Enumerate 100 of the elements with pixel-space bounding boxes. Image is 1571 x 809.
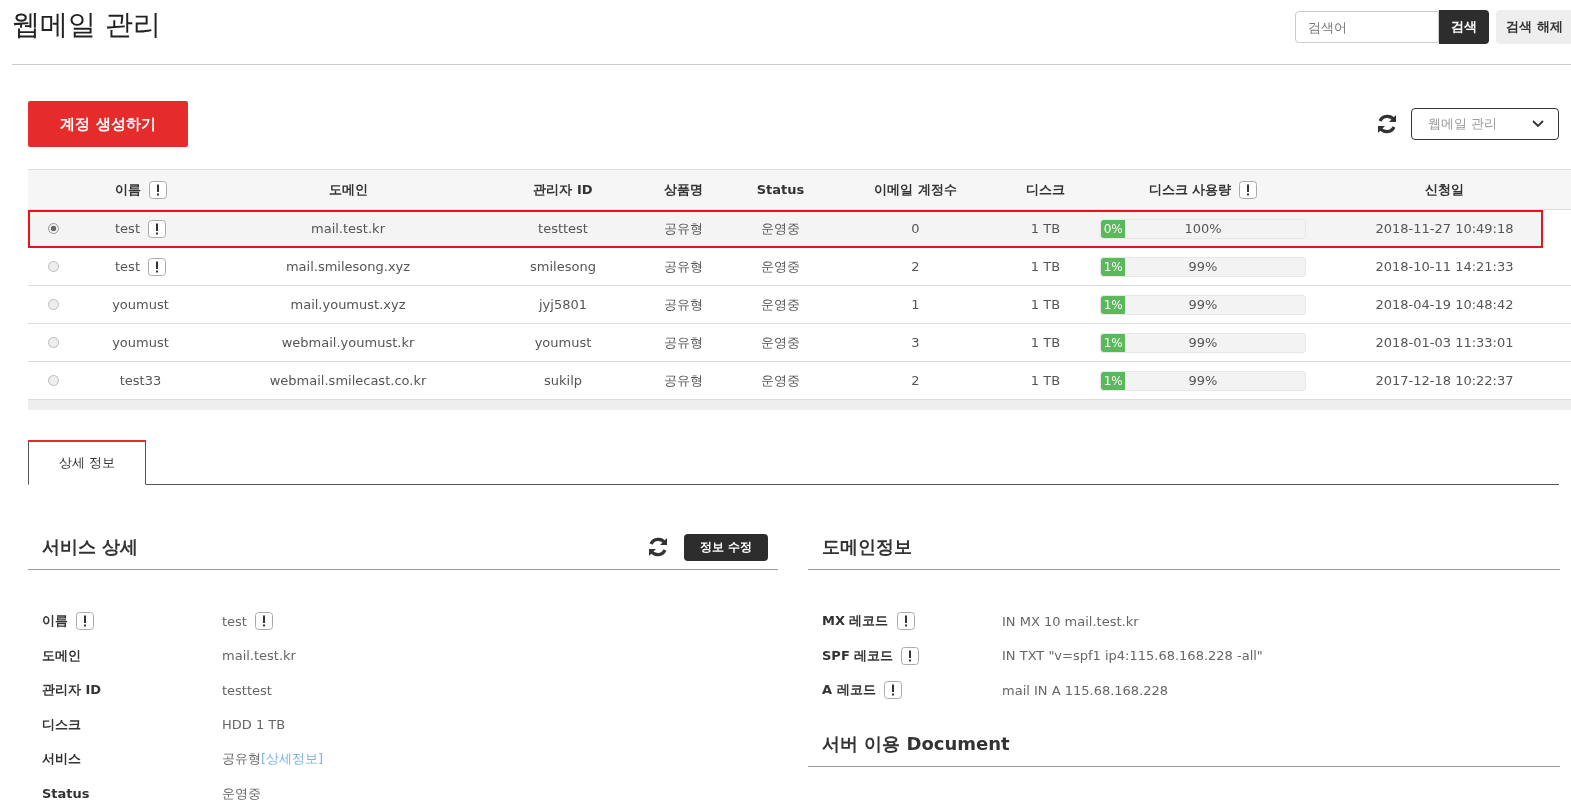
table-cell: 1 TB xyxy=(1030,259,1061,274)
table-cell: 공유형 xyxy=(663,219,703,238)
table-cell: 운영중 xyxy=(761,295,800,314)
field-label: SPF 레코드 xyxy=(822,646,894,665)
free-percent: 99% xyxy=(1188,297,1218,312)
radio-button[interactable] xyxy=(47,337,59,348)
radio-button[interactable] xyxy=(47,223,59,234)
field-label: 디스크 xyxy=(42,715,81,734)
create-account-button[interactable]: 계정 생성하기 xyxy=(28,101,188,147)
section-title: 도메인정보 xyxy=(822,535,912,559)
search-button[interactable]: 검색 xyxy=(1439,10,1490,44)
table-cell: 1 TB xyxy=(1030,335,1061,350)
table-cell: test xyxy=(115,259,140,274)
table-cell: 운영중 xyxy=(761,219,800,238)
clear-search-button[interactable]: 검색 해제 xyxy=(1496,10,1571,44)
radio-button[interactable] xyxy=(47,375,59,386)
info-icon[interactable] xyxy=(148,219,166,238)
disk-usage-fill: 1% xyxy=(1101,333,1126,352)
field-value: test xyxy=(222,613,247,629)
info-icon[interactable] xyxy=(148,257,166,276)
free-percent: 99% xyxy=(1188,335,1218,350)
table-cell: 3 xyxy=(911,335,920,350)
edit-info-button[interactable]: 정보 수정 xyxy=(683,533,768,561)
selected-row-highlight[interactable]: test mail.test.kr testtest 공유형 운영중 0 1 TB 0% 100% 2018-11-27 10:49:18 xyxy=(28,210,1543,248)
info-icon[interactable] xyxy=(883,681,902,700)
table-cell: 공유형 xyxy=(663,371,703,390)
table-row[interactable]: youmust webmail.youmust.kr youmust 공유형 운영중 3 1 TB 1% 99% 2018-01-03 11:33:01 xyxy=(28,324,1571,362)
field-value: HDD 1 TB xyxy=(222,717,286,733)
info-icon[interactable] xyxy=(76,612,94,631)
field-value: testtest xyxy=(222,682,272,698)
radio-button[interactable] xyxy=(47,261,59,272)
table-cell: youmust xyxy=(112,335,169,350)
table-cell: 공유형 xyxy=(663,257,703,276)
section-title: 서비스 상세 xyxy=(42,535,139,559)
info-icon[interactable] xyxy=(254,612,273,631)
field-label: MX 레코드 xyxy=(822,612,889,631)
disk-usage-fill: 1% xyxy=(1101,295,1126,314)
column-header: Status xyxy=(756,182,805,197)
table-cell: smilesong xyxy=(530,259,596,274)
table-cell: webmail.smilecast.co.kr xyxy=(269,373,427,388)
table-cell: youmust xyxy=(112,297,169,312)
column-header: 신청일 xyxy=(1425,180,1464,199)
field-label: A 레코드 xyxy=(822,681,876,700)
table-cell: 운영중 xyxy=(761,257,800,276)
field-label: Status xyxy=(42,786,90,802)
table-cell: 운영중 xyxy=(761,333,800,352)
table-cell: 1 TB xyxy=(1030,297,1061,312)
table-cell: youmust xyxy=(534,335,592,350)
table-row[interactable]: youmust mail.youmust.xyz jyj5801 공유형 운영중 1 1 TB 1% 99% 2018-04-19 10:48:42 xyxy=(28,286,1571,324)
table-row[interactable]: test mail.smilesong.xyz smilesong 공유형 운영중 2 1 TB 1% 99% 2018-10-11 14:21:33 xyxy=(28,248,1571,286)
chevron-down-icon xyxy=(1532,120,1544,128)
field-label: 관리자 ID xyxy=(42,681,102,700)
table-cell: mail.smilesong.xyz xyxy=(285,259,411,274)
table-cell: 2017-12-18 10:22:37 xyxy=(1375,373,1514,388)
table-cell: mail.youmust.xyz xyxy=(290,297,406,312)
column-header: 상품명 xyxy=(663,180,703,199)
page-title: 웹메일 관리 xyxy=(12,7,161,43)
table-cell: testtest xyxy=(538,221,588,236)
table-cell: 1 TB xyxy=(1030,373,1061,388)
field-label: 이름 xyxy=(42,612,68,631)
free-percent: 100% xyxy=(1184,221,1222,236)
table-cell: 1 TB xyxy=(1030,221,1061,236)
table-cell: 2018-04-19 10:48:42 xyxy=(1375,297,1514,312)
column-header: 디스크 사용량 xyxy=(1148,180,1232,199)
field-label: 서비스 xyxy=(42,750,81,769)
table-cell: 0 xyxy=(911,221,920,236)
free-percent: 99% xyxy=(1188,259,1218,274)
field-value: mail.test.kr xyxy=(222,648,296,664)
disk-usage-fill: 0% xyxy=(1101,219,1126,238)
table-cell: 2 xyxy=(911,373,920,388)
table-cell: sukilp xyxy=(544,373,582,388)
table-cell: test33 xyxy=(119,373,162,388)
search-field[interactable]: 검색어 xyxy=(1295,11,1440,43)
disk-usage-fill: 1% xyxy=(1101,257,1126,276)
radio-button[interactable] xyxy=(47,299,59,310)
table-cell: jyj5801 xyxy=(539,297,587,312)
field-value: mail IN A 115.68.168.228 xyxy=(1002,682,1169,698)
field-value: 운영중 xyxy=(222,784,261,803)
field-value: IN MX 10 mail.test.kr xyxy=(1002,613,1139,629)
disk-usage-fill: 1% xyxy=(1101,371,1126,390)
column-header: 디스크 xyxy=(1026,180,1065,199)
info-icon[interactable] xyxy=(148,180,167,199)
field-value: IN TXT "v=spf1 ip4:115.68.168.228 -all" xyxy=(1002,648,1263,664)
table-cell: 2018-01-03 11:33:01 xyxy=(1375,335,1514,350)
table-cell: test xyxy=(115,221,140,236)
table-cell: 1 xyxy=(911,297,920,312)
info-icon[interactable] xyxy=(1239,180,1258,199)
table-cell: webmail.youmust.kr xyxy=(281,335,415,350)
table-cell: 2018-10-11 14:21:33 xyxy=(1375,259,1514,274)
tab[interactable]: 상세 정보 xyxy=(28,440,146,485)
field-label: 도메인 xyxy=(42,646,81,665)
column-header: 이름 xyxy=(114,180,141,199)
refresh-icon[interactable] xyxy=(1375,112,1399,136)
info-icon[interactable] xyxy=(896,612,915,631)
table-cell: 공유형 xyxy=(663,333,703,352)
section-title: 서버 이용 Document xyxy=(822,731,1010,756)
column-header: 관리자 ID xyxy=(533,180,593,199)
table-cell: 2018-11-27 10:49:18 xyxy=(1375,221,1514,236)
column-header: 도메인 xyxy=(328,180,368,199)
info-icon[interactable] xyxy=(901,646,920,665)
